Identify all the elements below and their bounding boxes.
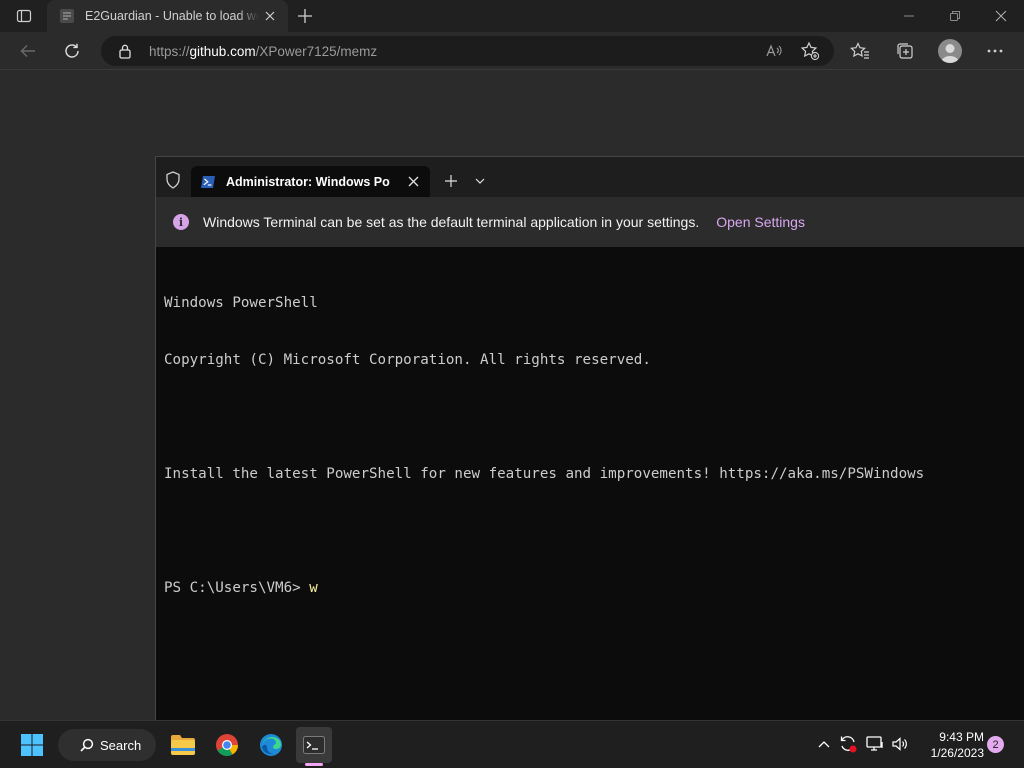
powershell-icon	[201, 175, 215, 188]
update-status-button[interactable]	[838, 734, 858, 754]
ethernet-icon	[866, 736, 883, 751]
refresh-icon	[65, 43, 79, 58]
settings-more-button[interactable]	[980, 36, 1010, 66]
typed-command: w	[309, 580, 318, 596]
shield-icon	[164, 171, 182, 189]
console-line: Install the latest PowerShell for new fe…	[164, 466, 925, 482]
profile-avatar[interactable]	[938, 39, 962, 63]
restore-icon	[950, 11, 960, 21]
info-icon: i	[173, 214, 189, 230]
minimize-icon	[904, 15, 914, 17]
user-icon	[941, 44, 959, 63]
arrow-left-icon	[20, 45, 35, 57]
console-output[interactable]: Windows PowerShell Copyright (C) Microso…	[164, 256, 924, 636]
edge-button[interactable]	[253, 727, 289, 763]
terminal-titlebar: Administrator: Windows PowerShell	[156, 157, 1024, 197]
taskbar: Search 9:43 PM 1/26/2023 2	[0, 720, 1024, 768]
close-terminal-tab-icon[interactable]	[404, 173, 422, 191]
chrome-icon	[216, 734, 238, 756]
folder-icon	[171, 735, 195, 755]
active-app-indicator	[305, 763, 323, 766]
terminal-tab-title: Administrator: Windows PowerShell	[226, 174, 390, 189]
search-icon	[80, 738, 94, 752]
speaker-icon	[892, 737, 907, 751]
browser-tab-strip: E2Guardian - Unable to load web page	[0, 0, 1024, 32]
page-favicon-icon	[59, 8, 75, 24]
tab-actions-icon	[16, 9, 32, 23]
plus-icon	[445, 175, 457, 187]
add-favorite-icon[interactable]	[798, 39, 822, 63]
terminal-icon	[303, 736, 325, 754]
close-icon	[995, 10, 1007, 22]
show-hidden-icons-button[interactable]	[814, 734, 834, 754]
taskbar-search[interactable]: Search	[58, 729, 156, 761]
chrome-button[interactable]	[209, 727, 245, 763]
favorites-button[interactable]	[845, 36, 875, 66]
back-button[interactable]	[13, 36, 43, 66]
more-icon	[987, 49, 1003, 53]
terminal-profile-dropdown[interactable]	[469, 170, 491, 192]
url-text[interactable]: https://github.com/XPower7125/memz	[149, 44, 377, 59]
notification-count-badge[interactable]: 2	[987, 736, 1004, 753]
console-line: Copyright (C) Microsoft Corporation. All…	[164, 352, 651, 368]
tab-actions-button[interactable]	[8, 4, 40, 28]
browser-tab-active[interactable]: E2Guardian - Unable to load web page	[47, 0, 288, 32]
start-button[interactable]	[14, 727, 50, 763]
close-tab-icon[interactable]	[260, 6, 280, 26]
terminal-new-tab-button[interactable]	[440, 170, 462, 192]
clock-time: 9:43 PM	[939, 730, 984, 744]
prompt-line[interactable]: PS C:\Users\VM6> w	[164, 579, 924, 598]
network-button[interactable]	[865, 734, 885, 754]
prompt-text: PS C:\Users\VM6>	[164, 580, 310, 596]
plus-icon	[298, 9, 312, 23]
console-line: Windows PowerShell	[164, 295, 318, 311]
chevron-up-icon	[818, 741, 830, 748]
browser-tab-title: E2Guardian - Unable to load web page	[85, 9, 259, 23]
terminal-window: Administrator: Windows PowerShell i Wind…	[155, 156, 1024, 720]
favorites-icon	[850, 42, 869, 59]
restore-button[interactable]	[932, 0, 978, 32]
url-path: /XPower7125/memz	[255, 43, 378, 59]
chevron-down-icon	[475, 178, 485, 184]
file-explorer-button[interactable]	[165, 727, 201, 763]
volume-button[interactable]	[890, 734, 910, 754]
minimize-button[interactable]	[886, 0, 932, 32]
refresh-button[interactable]	[57, 36, 87, 66]
close-window-button[interactable]	[978, 0, 1024, 32]
default-terminal-infobar: i Windows Terminal can be set as the def…	[156, 197, 1024, 247]
infobar-message: Windows Terminal can be set as the defau…	[203, 214, 700, 230]
url-host: github.com	[189, 43, 256, 59]
collections-button[interactable]	[890, 36, 920, 66]
url-scheme: https://	[149, 43, 190, 59]
lock-icon[interactable]	[117, 43, 133, 59]
read-aloud-icon[interactable]	[762, 39, 786, 63]
address-bar[interactable]: https://github.com/XPower7125/memz	[101, 36, 834, 66]
open-settings-link[interactable]: Open Settings	[716, 214, 805, 230]
terminal-tab-active[interactable]: Administrator: Windows PowerShell	[191, 166, 430, 197]
new-tab-button[interactable]	[291, 4, 319, 28]
edge-icon	[260, 734, 282, 756]
collections-icon	[897, 43, 913, 59]
clock-date: 1/26/2023	[930, 746, 984, 760]
browser-toolbar: https://github.com/XPower7125/memz	[0, 32, 1024, 70]
system-clock[interactable]: 9:43 PM 1/26/2023	[918, 729, 984, 761]
search-label: Search	[100, 737, 142, 753]
windows-logo-icon	[21, 734, 43, 756]
sync-alert-icon	[840, 736, 857, 753]
terminal-taskbar-button[interactable]	[296, 727, 332, 763]
